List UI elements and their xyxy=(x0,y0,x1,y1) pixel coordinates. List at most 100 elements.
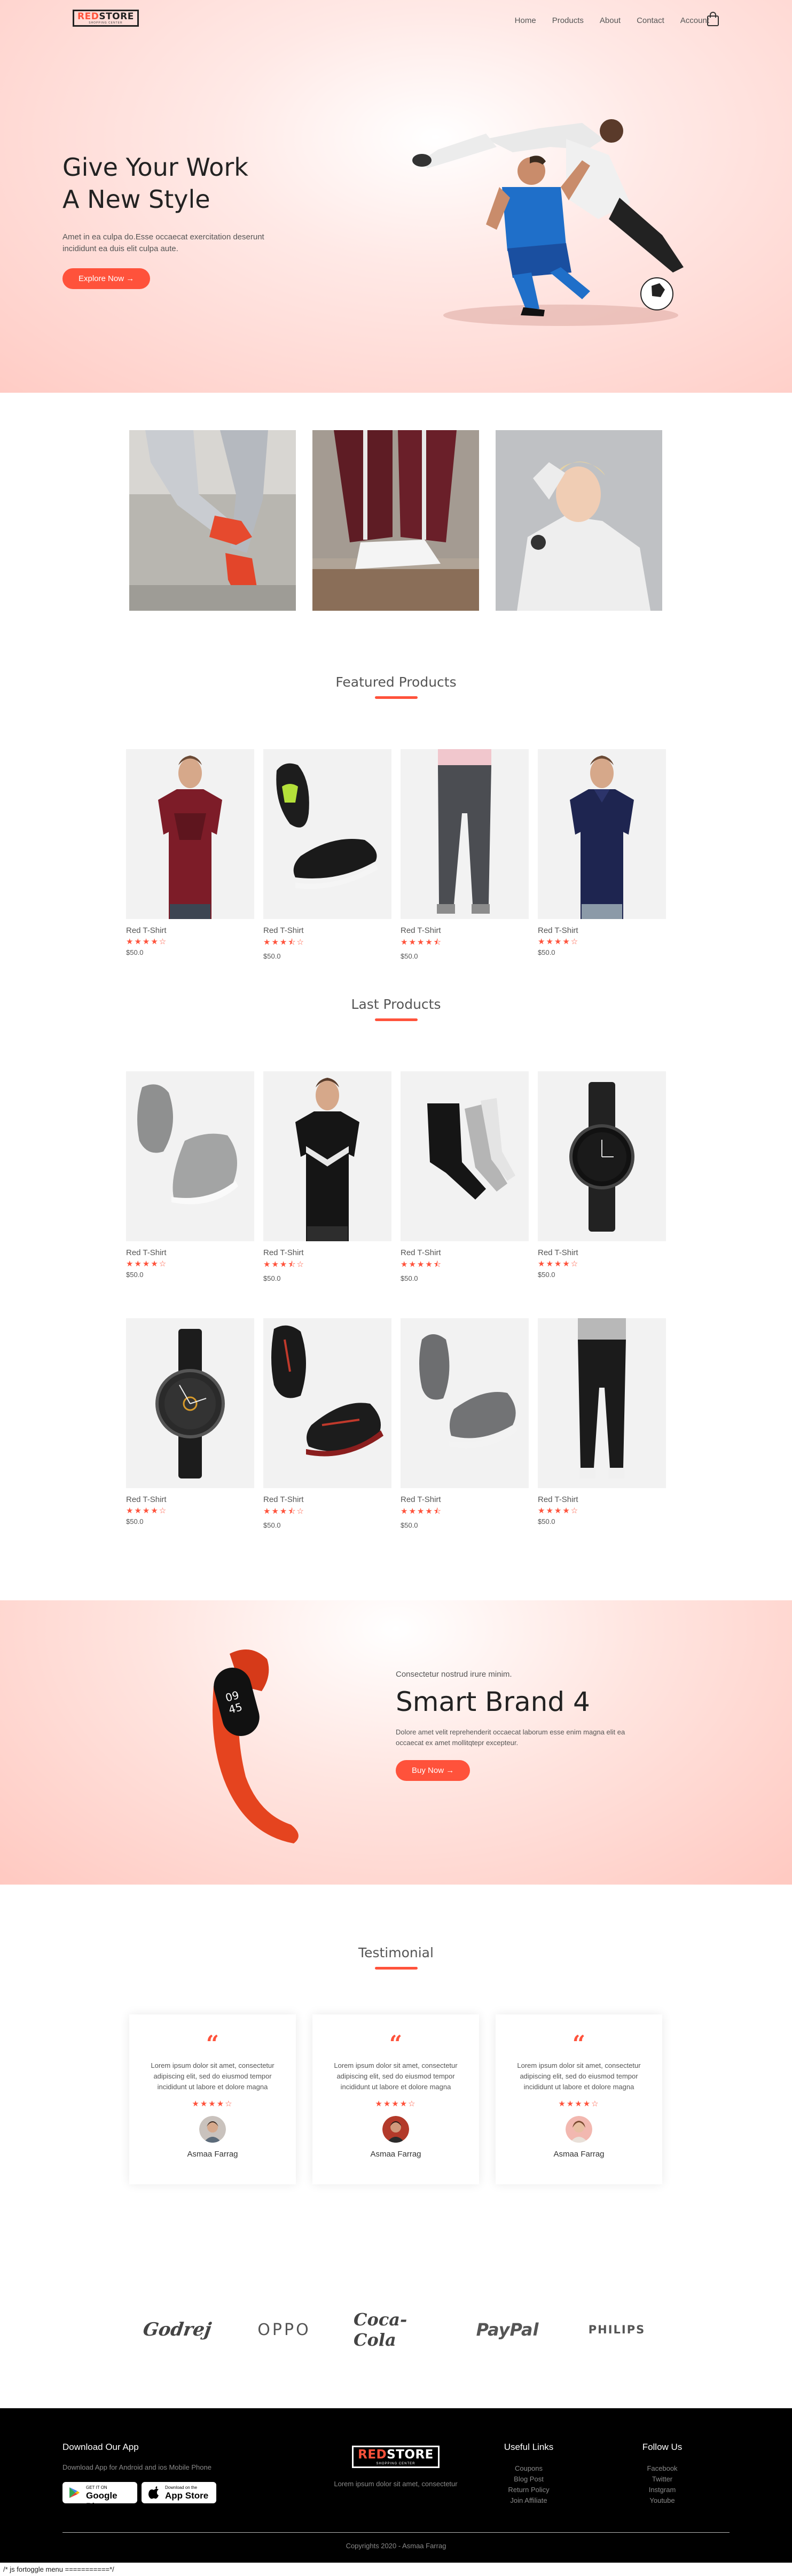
rating-stars: ★★★★☆ xyxy=(538,1506,579,1515)
hero-section: REDSTORE SHOPPING CENTER Home Products A… xyxy=(0,0,792,393)
latest-title: Last Products xyxy=(351,997,441,1012)
football-players-image xyxy=(412,119,684,326)
footer-logo[interactable]: REDSTORE SHOPPING CENTER xyxy=(352,2446,440,2468)
brand-logo-oppo: OPPO xyxy=(241,2314,327,2346)
footer-link-coupons[interactable]: Coupons xyxy=(475,2463,582,2474)
product-image-slipons-grey[interactable] xyxy=(401,1318,529,1488)
testimonial-title: Testimonial xyxy=(358,1945,434,1960)
product-card[interactable]: Red T-Shirt ★★★★⯪ $50.0 xyxy=(401,749,529,960)
product-name[interactable]: Red T-Shirt xyxy=(126,1495,254,1504)
app-store-small: Download on the xyxy=(165,2485,198,2490)
offer-section: 09 45 Consectetur nostrud irure minim. S… xyxy=(0,1600,792,1885)
google-play-badge[interactable]: GET IT ON Google Play xyxy=(62,2482,137,2511)
product-card[interactable]: Red T-Shirt ★★★★☆ $50.0 xyxy=(538,1318,666,1529)
category-image-sneakers[interactable] xyxy=(129,430,296,611)
title-underline xyxy=(374,1018,418,1021)
rating-stars: ★★★★☆ xyxy=(126,937,168,946)
hero-description: Amet in ea culpa do.Esse occaecat exerci… xyxy=(62,231,319,255)
logo[interactable]: REDSTORE SHOPPING CENTER xyxy=(73,10,139,27)
smart-band-image: 09 45 xyxy=(213,1649,299,1843)
product-image-polo-navy[interactable] xyxy=(538,749,666,919)
title-underline xyxy=(374,1967,418,1970)
quote-icon: “ xyxy=(572,2030,586,2057)
nav-item-home[interactable]: Home xyxy=(515,16,536,25)
testimonial-author: Asmaa Farrag xyxy=(187,2150,238,2159)
nav-item-products[interactable]: Products xyxy=(552,16,584,25)
product-name[interactable]: Red T-Shirt xyxy=(401,926,529,935)
footer-link-return-policy[interactable]: Return Policy xyxy=(475,2485,582,2495)
product-image-sneakers-grey[interactable] xyxy=(126,1071,254,1241)
brand-logo-godrej: Godrej xyxy=(140,2314,215,2346)
product-image-socks[interactable] xyxy=(401,1071,529,1241)
product-image-tshirt-black[interactable] xyxy=(263,1071,391,1241)
product-card[interactable]: Red T-Shirt ★★★⯪☆ $50.0 xyxy=(263,749,391,960)
google-play-big: Google Play xyxy=(86,2491,117,2511)
footer-link-twitter[interactable]: Twitter xyxy=(609,2474,716,2485)
product-name[interactable]: Red T-Shirt xyxy=(538,1495,666,1504)
rating-stars: ★★★⯪☆ xyxy=(263,1259,305,1269)
product-card[interactable]: Red T-Shirt ★★★★☆ $50.0 xyxy=(538,749,666,960)
app-store-big: App Store xyxy=(165,2491,209,2501)
product-card[interactable]: Red T-Shirt ★★★⯪☆ $50.0 xyxy=(263,1071,391,1282)
footer-logo-column: REDSTORE SHOPPING CENTER Lorem ipsum dol… xyxy=(289,2446,503,2488)
nav-item-contact[interactable]: Contact xyxy=(637,16,664,25)
product-image-tshirt-red[interactable] xyxy=(126,749,254,919)
product-card[interactable]: Red T-Shirt ★★★★⯪ $50.0 xyxy=(401,1071,529,1282)
buy-now-button[interactable]: Buy Now → xyxy=(396,1760,471,1781)
product-card[interactable]: Red T-Shirt ★★★★☆ $50.0 xyxy=(126,1318,254,1529)
product-price: $50.0 xyxy=(401,1274,418,1282)
featured-title: Featured Products xyxy=(335,674,457,690)
product-name[interactable]: Red T-Shirt xyxy=(126,926,254,935)
offer-title: Smart Brand 4 xyxy=(396,1686,590,1717)
product-name[interactable]: Red T-Shirt xyxy=(263,1495,391,1504)
category-image-tracksuit[interactable] xyxy=(312,430,479,611)
shopping-bag-icon[interactable] xyxy=(707,12,719,27)
product-image-watch-leather[interactable] xyxy=(126,1318,254,1488)
category-image-hoodie[interactable] xyxy=(496,430,662,611)
product-price: $50.0 xyxy=(538,1517,555,1526)
rating-stars: ★★★★☆ xyxy=(538,1259,579,1268)
product-price: $50.0 xyxy=(538,948,555,956)
product-card[interactable]: Red T-Shirt ★★★★☆ $50.0 xyxy=(126,749,254,960)
product-image-sneakers-black[interactable] xyxy=(263,749,391,919)
product-name[interactable]: Red T-Shirt xyxy=(538,1248,666,1257)
offer-desc-line1: Dolore amet velit reprehenderit occaecat… xyxy=(396,1728,625,1736)
product-card[interactable]: Red T-Shirt ★★★★☆ $50.0 xyxy=(538,1071,666,1282)
footer-link-facebook[interactable]: Facebook xyxy=(609,2463,716,2474)
brand-logo-philips: PHILIPS xyxy=(577,2314,657,2346)
product-image-watch-black[interactable] xyxy=(538,1071,666,1241)
product-name[interactable]: Red T-Shirt xyxy=(538,926,666,935)
product-image-sneakers-red-black[interactable] xyxy=(263,1318,391,1488)
footer-link-youtube[interactable]: Youtube xyxy=(609,2495,716,2506)
google-play-icon xyxy=(69,2487,80,2498)
quote-icon: “ xyxy=(389,2030,403,2057)
footer-app-text: Download App for Android and ios Mobile … xyxy=(62,2463,211,2471)
product-name[interactable]: Red T-Shirt xyxy=(263,1248,391,1257)
offer-text: Consectetur nostrud irure minim. Smart B… xyxy=(396,1670,673,1781)
app-store-badge[interactable]: Download on the App Store xyxy=(142,2482,216,2503)
explore-now-button[interactable]: Explore Now → xyxy=(62,268,151,289)
product-image-trackpants-black[interactable] xyxy=(538,1318,666,1488)
product-card[interactable]: Red T-Shirt ★★★★☆ $50.0 xyxy=(126,1071,254,1282)
product-price: $50.0 xyxy=(126,1517,144,1526)
footer-link-instagram[interactable]: Instgram xyxy=(609,2485,716,2495)
product-name[interactable]: Red T-Shirt xyxy=(401,1248,529,1257)
rating-stars: ★★★★☆ xyxy=(126,1259,168,1268)
product-card[interactable]: Red T-Shirt ★★★⯪☆ $50.0 xyxy=(263,1318,391,1529)
nav-item-about[interactable]: About xyxy=(600,16,621,25)
product-card[interactable]: Red T-Shirt ★★★★⯪ $50.0 xyxy=(401,1318,529,1529)
product-image-joggers-grey[interactable] xyxy=(401,749,529,919)
brand-name: PayPal xyxy=(476,2320,539,2340)
product-price: $50.0 xyxy=(263,1521,281,1529)
product-name[interactable]: Red T-Shirt xyxy=(126,1248,254,1257)
product-name[interactable]: Red T-Shirt xyxy=(263,926,391,935)
testimonial-card: “ Lorem ipsum dolor sit amet, consectetu… xyxy=(129,2014,296,2184)
nav-item-account[interactable]: Account xyxy=(680,16,709,25)
google-play-small: GET IT ON xyxy=(86,2485,107,2490)
hero-title: Give Your Work A New Style xyxy=(62,151,319,215)
footer-follow-title: Follow Us xyxy=(642,2442,683,2452)
footer-link-affiliate[interactable]: Join Affiliate xyxy=(475,2495,582,2506)
footer-link-blog[interactable]: Blog Post xyxy=(475,2474,582,2485)
product-price: $50.0 xyxy=(263,1274,281,1282)
product-name[interactable]: Red T-Shirt xyxy=(401,1495,529,1504)
